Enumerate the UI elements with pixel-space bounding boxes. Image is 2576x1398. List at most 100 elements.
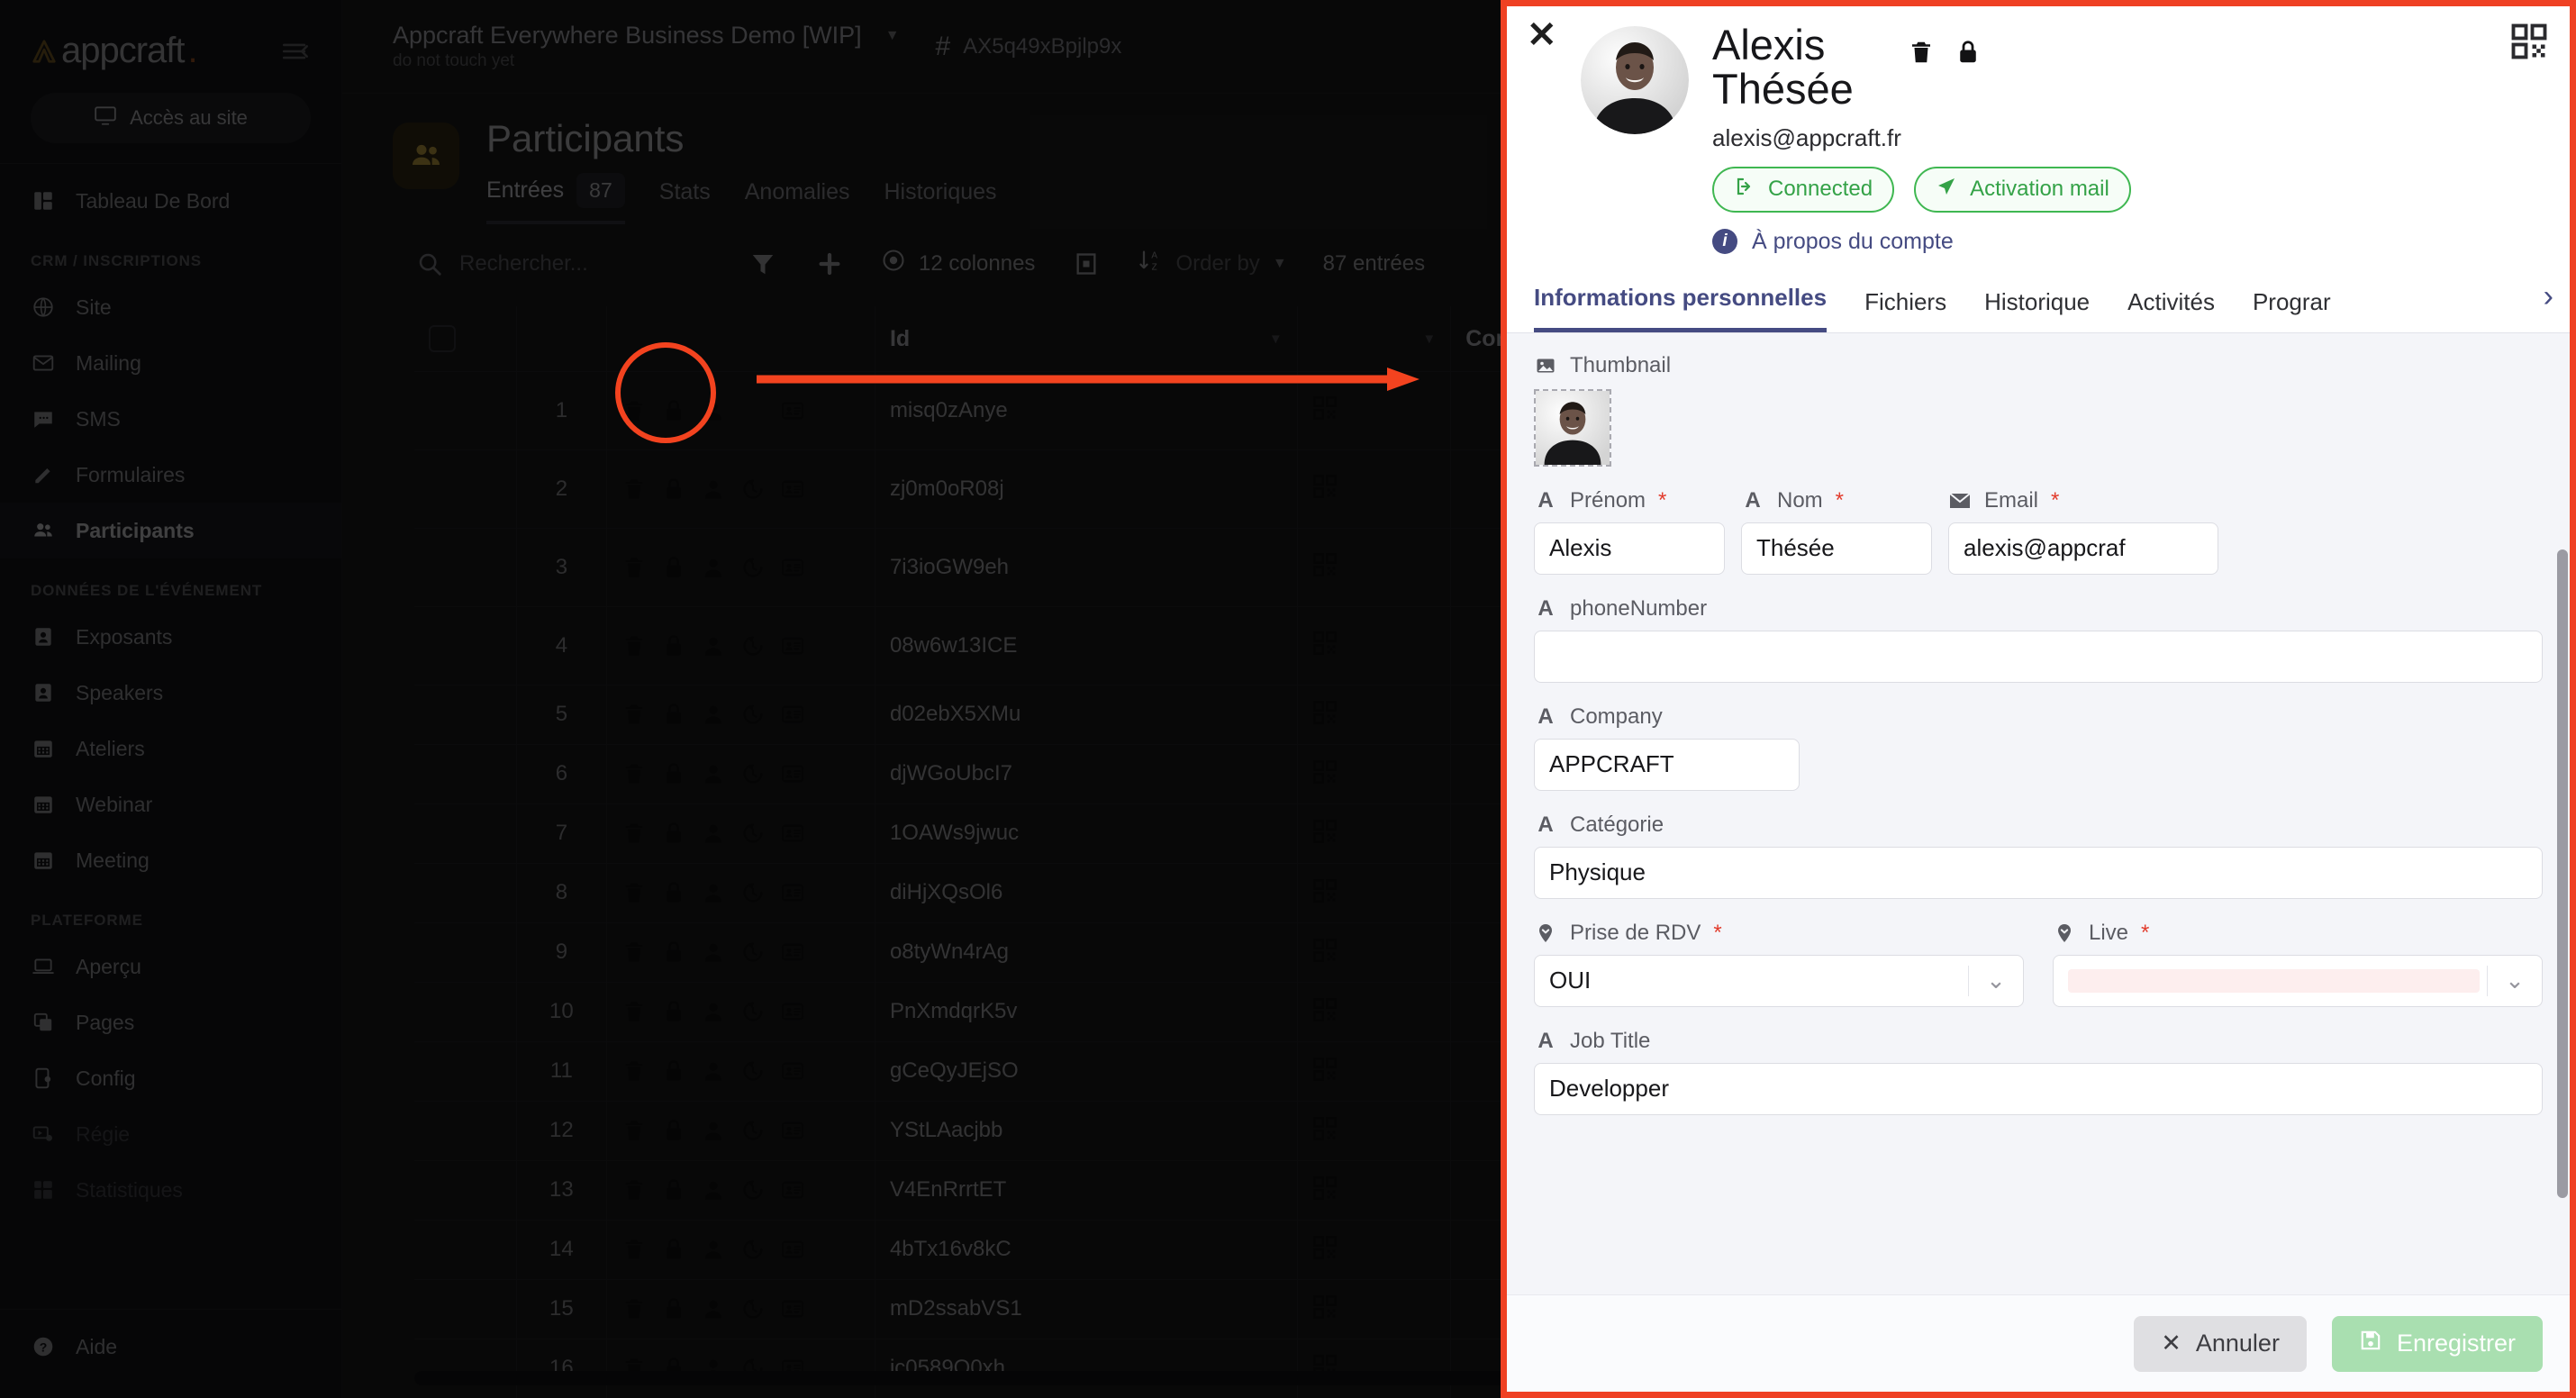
modal-tab-historique[interactable]: Historique (1984, 288, 2090, 332)
history-icon[interactable] (740, 821, 766, 846)
lock-icon[interactable] (661, 702, 686, 727)
column-header-id[interactable]: Id ▼ (875, 306, 1298, 372)
row-qr-cell[interactable] (1297, 1041, 1452, 1102)
id-card-icon[interactable] (780, 477, 805, 502)
lock-icon[interactable] (1955, 39, 1982, 66)
trash-icon[interactable] (621, 555, 647, 580)
row-select-cell[interactable] (414, 685, 518, 745)
row-select-cell[interactable] (414, 1220, 518, 1280)
qr-code-icon[interactable] (1312, 1070, 1338, 1085)
person-icon[interactable] (701, 477, 726, 502)
row-select-cell[interactable] (414, 371, 518, 450)
id-card-icon[interactable] (780, 999, 805, 1024)
lock-icon[interactable] (661, 555, 686, 580)
history-icon[interactable] (740, 1296, 766, 1321)
history-icon[interactable] (740, 1118, 766, 1143)
company-input[interactable]: APPCRAFT (1534, 738, 1800, 791)
id-card-icon[interactable] (780, 702, 805, 727)
id-card-icon[interactable] (780, 1177, 805, 1203)
about-account-link[interactable]: i À propos du compte (1712, 229, 2546, 255)
status-badge-activation-mail[interactable]: Activation mail (1914, 166, 2131, 213)
qr-code-icon[interactable] (1312, 487, 1338, 503)
sidebar-item-formulaires[interactable]: Formulaires (0, 447, 341, 503)
person-icon[interactable] (701, 1237, 726, 1262)
lock-icon[interactable] (661, 1296, 686, 1321)
id-card-icon[interactable] (780, 398, 805, 423)
history-icon[interactable] (740, 999, 766, 1024)
history-icon[interactable] (740, 940, 766, 965)
search-box[interactable]: Rechercher... (414, 249, 712, 279)
trash-icon[interactable] (621, 477, 647, 502)
qr-code-icon[interactable] (1312, 644, 1338, 659)
row-select-cell[interactable] (414, 1279, 518, 1339)
history-icon[interactable] (740, 398, 766, 423)
trash-icon[interactable] (621, 1177, 647, 1203)
history-icon[interactable] (740, 555, 766, 580)
search-input[interactable]: Rechercher... (459, 251, 588, 277)
qr-code-icon[interactable] (1312, 1189, 1338, 1204)
chevron-down-icon[interactable]: ▼ (1269, 331, 1283, 347)
qr-code-icon[interactable] (1312, 566, 1338, 581)
site-access-button[interactable]: Accès au site (31, 93, 311, 143)
lock-icon[interactable] (661, 940, 686, 965)
lock-icon[interactable] (661, 1118, 686, 1143)
plus-icon[interactable] (814, 249, 845, 279)
row-qr-cell[interactable] (1297, 982, 1452, 1042)
trash-icon[interactable] (1908, 39, 1935, 66)
qr-code-icon[interactable] (1312, 1308, 1338, 1323)
qr-code-icon[interactable] (1312, 1248, 1338, 1264)
history-icon[interactable] (740, 880, 766, 905)
id-card-icon[interactable] (780, 940, 805, 965)
row-qr-cell[interactable] (1297, 1160, 1452, 1221)
history-icon[interactable] (740, 1237, 766, 1262)
live-select[interactable]: ⌄ (2053, 954, 2543, 1007)
trash-icon[interactable] (621, 880, 647, 905)
lock-icon[interactable] (661, 1237, 686, 1262)
row-qr-cell[interactable] (1297, 1279, 1452, 1339)
qr-code-icon[interactable] (1312, 892, 1338, 907)
trash-icon[interactable] (621, 398, 647, 423)
funnel-icon[interactable] (748, 249, 778, 279)
person-icon[interactable] (701, 1058, 726, 1084)
phonenumber-input[interactable] (1534, 630, 2543, 683)
history-icon[interactable] (740, 633, 766, 658)
chevron-down-icon[interactable]: ⌄ (1969, 967, 2023, 994)
modal-tab-fichiers[interactable]: Fichiers (1864, 288, 1946, 332)
lock-icon[interactable] (661, 821, 686, 846)
row-qr-cell[interactable] (1297, 863, 1452, 923)
lock-icon[interactable] (661, 1058, 686, 1084)
prise-de-rdv-select[interactable]: OUI ⌄ (1534, 954, 2024, 1007)
person-icon[interactable] (701, 1177, 726, 1203)
row-select-cell[interactable] (414, 606, 518, 685)
tab-historiques[interactable]: Historiques (884, 179, 996, 218)
row-qr-cell[interactable] (1297, 1220, 1452, 1280)
sidebar-item-regie[interactable]: Régie (0, 1106, 341, 1162)
sidebar-item-sms[interactable]: SMS (0, 391, 341, 447)
history-icon[interactable] (740, 477, 766, 502)
event-selector[interactable]: Appcraft Everywhere Business Demo [WIP] … (393, 22, 900, 71)
row-qr-cell[interactable] (1297, 685, 1452, 745)
row-select-cell[interactable] (414, 449, 518, 529)
row-select-cell[interactable] (414, 1041, 518, 1102)
sidebar-item-apercu[interactable]: Aperçu (0, 939, 341, 994)
row-qr-cell[interactable] (1297, 449, 1452, 529)
chevron-right-icon[interactable]: › (2544, 279, 2553, 314)
row-select-cell[interactable] (414, 1160, 518, 1221)
sidebar-item-statistiques[interactable]: Statistiques (0, 1162, 341, 1218)
id-card-icon[interactable] (780, 555, 805, 580)
history-icon[interactable] (740, 1177, 766, 1203)
lock-icon[interactable] (661, 398, 686, 423)
sidebar-item-pages[interactable]: Pages (0, 994, 341, 1050)
row-select-cell[interactable] (414, 922, 518, 983)
qr-code-icon[interactable] (1312, 951, 1338, 967)
qr-code-icon[interactable] (1312, 1130, 1338, 1145)
tab-anomalies[interactable]: Anomalies (745, 179, 850, 218)
person-icon[interactable] (701, 1118, 726, 1143)
qr-code-icon[interactable] (1312, 832, 1338, 848)
sidebar-item-ateliers[interactable]: Ateliers (0, 721, 341, 776)
sidebar-item-mailing[interactable]: Mailing (0, 335, 341, 391)
qr-code-icon[interactable] (1312, 409, 1338, 424)
row-qr-cell[interactable] (1297, 606, 1452, 685)
lock-icon[interactable] (661, 633, 686, 658)
tab-entrees[interactable]: Entrées 87 (486, 173, 625, 225)
